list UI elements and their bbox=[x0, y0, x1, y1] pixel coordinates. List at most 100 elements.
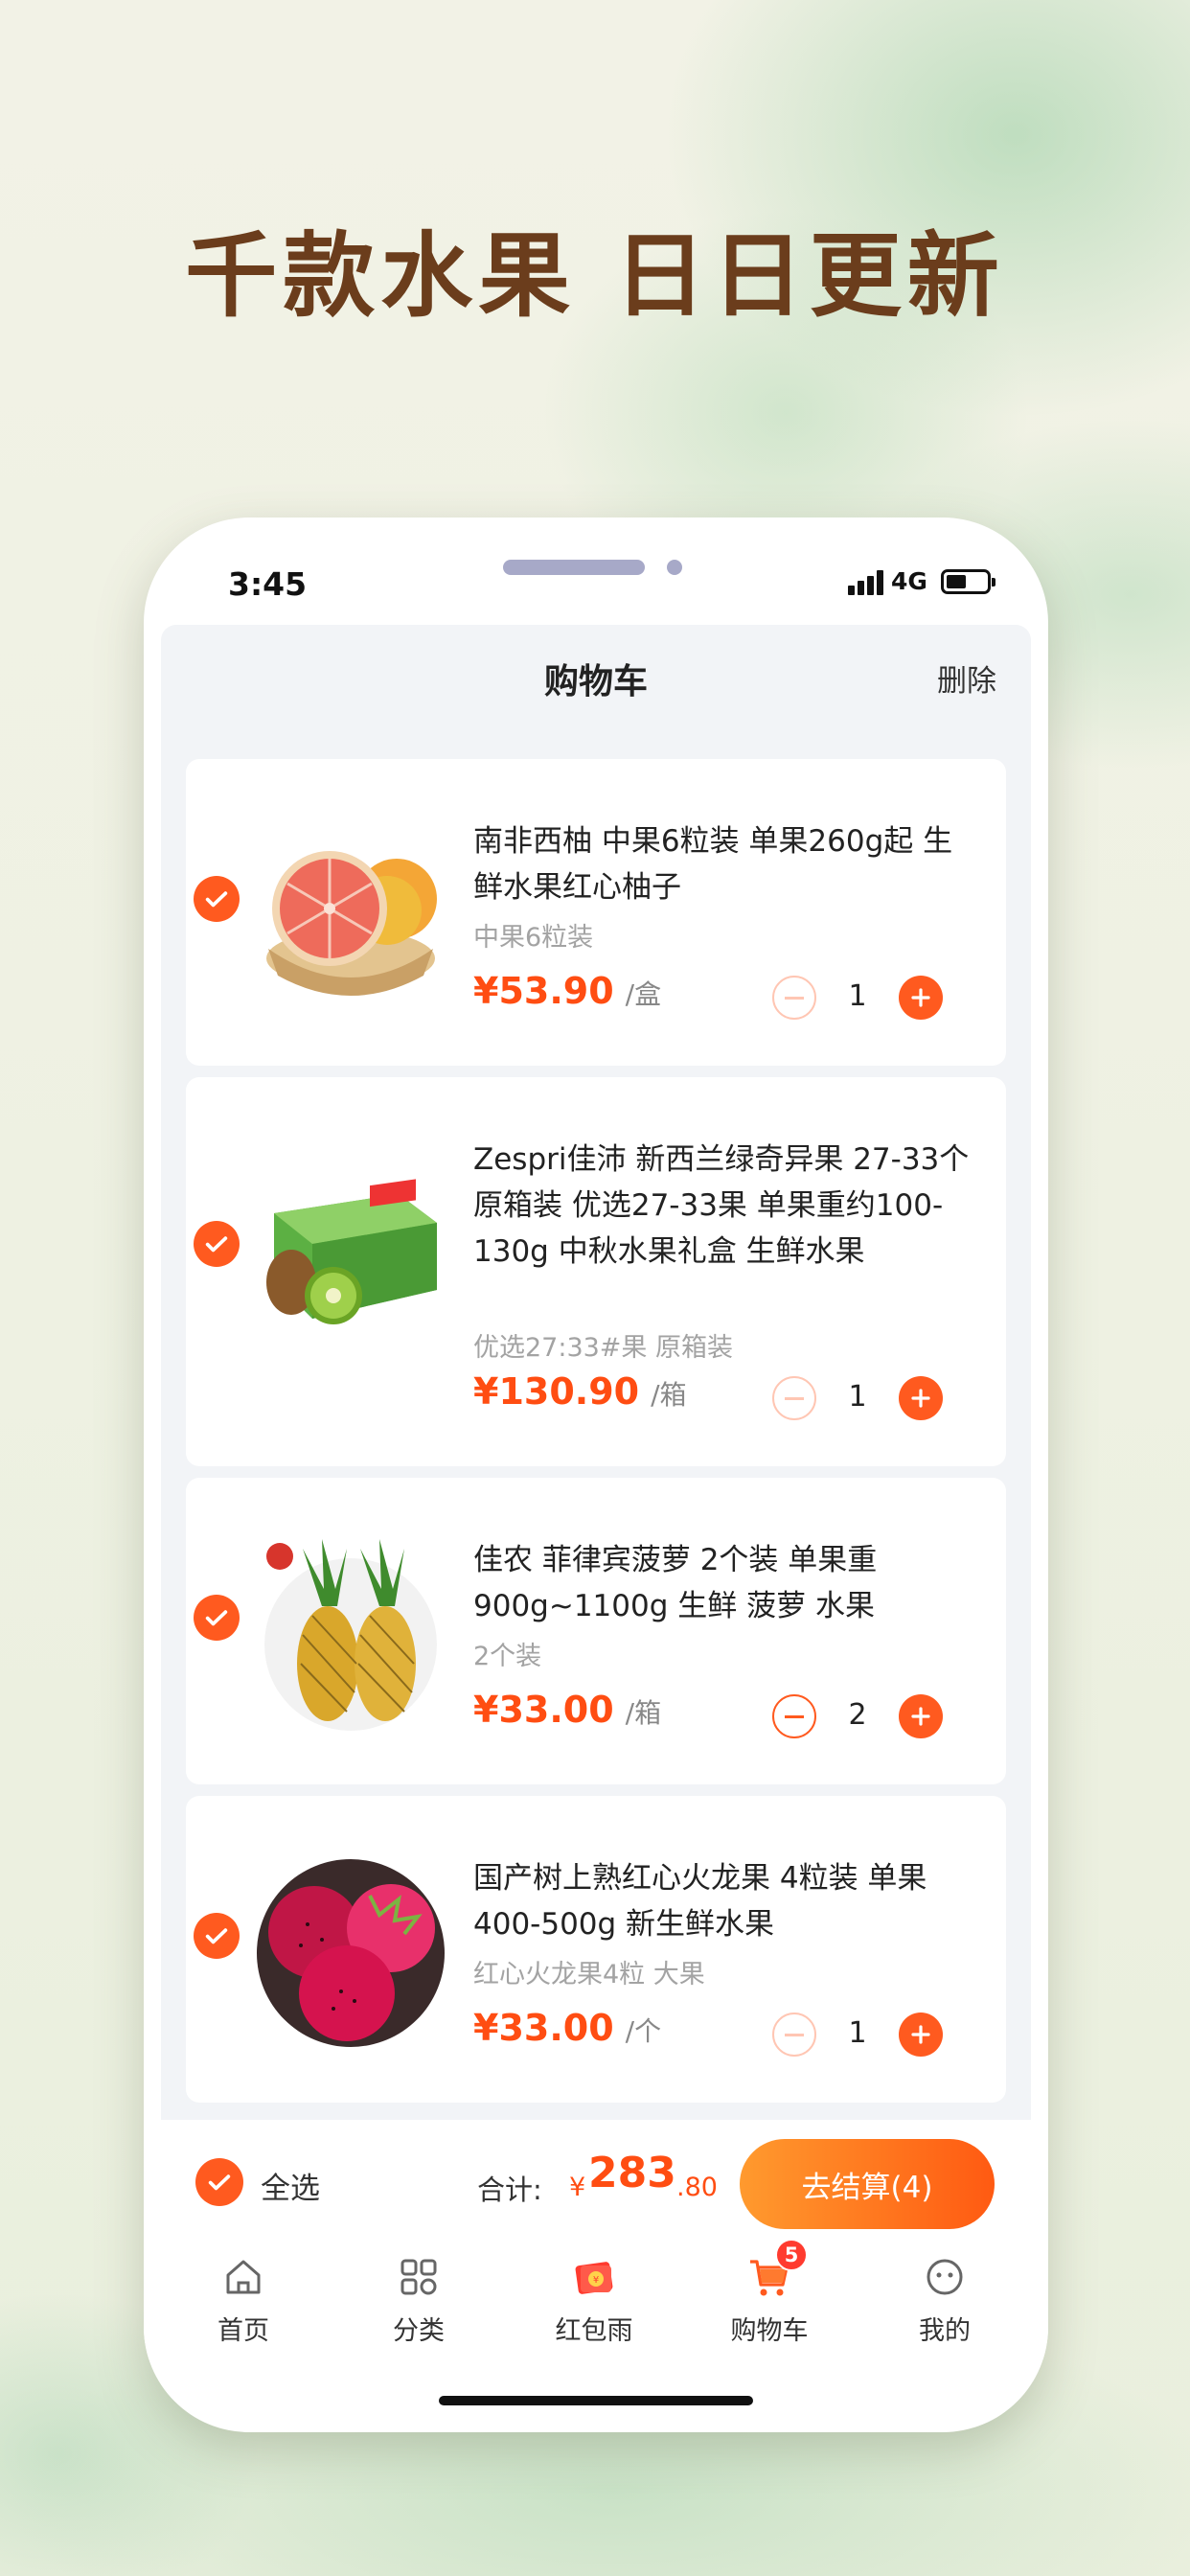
checkout-button[interactable]: 去结算(4) bbox=[740, 2139, 995, 2229]
profile-icon bbox=[922, 2254, 968, 2300]
quantity-stepper: 1 bbox=[772, 1376, 943, 1420]
item-checkbox[interactable] bbox=[194, 876, 240, 922]
battery-icon bbox=[941, 569, 995, 594]
tab-label: 首页 bbox=[217, 2316, 269, 2346]
select-all-checkbox[interactable] bbox=[195, 2158, 243, 2206]
total-amount: 283 bbox=[588, 2149, 676, 2197]
tab-label: 我的 bbox=[919, 2316, 971, 2346]
increase-button[interactable] bbox=[899, 1694, 943, 1738]
item-spec: 红心火龙果4粒 大果 bbox=[473, 1960, 705, 1990]
item-title: Zespri佳沛 新西兰绿奇异果 27-33个原箱装 优选27-33果 单果重约… bbox=[473, 1142, 970, 1269]
cart-item[interactable]: 国产树上熟红心火龙果 4粒装 单果400-500g 新生鲜水果 红心火龙果4粒 … bbox=[186, 1796, 1006, 2103]
price-value: ¥33.00 bbox=[473, 1689, 614, 1731]
pineapple-image bbox=[264, 1539, 437, 1731]
status-time: 3:45 bbox=[228, 565, 308, 603]
plus-icon bbox=[911, 2025, 930, 2044]
cart-screen: 购物车 删除 南非西柚 中果6粒装 单果260g起 生鲜水果红心柚子 中果6粒装… bbox=[161, 625, 1031, 2120]
minus-icon bbox=[785, 1396, 804, 1400]
status-bar: 3:45 4G bbox=[144, 518, 1048, 625]
quantity-stepper: 1 bbox=[772, 2012, 943, 2057]
price-value: ¥130.90 bbox=[473, 1370, 640, 1413]
home-indicator bbox=[439, 2396, 753, 2405]
tab-red-envelope[interactable]: ¥ 红包雨 bbox=[537, 2254, 652, 2347]
minus-icon bbox=[785, 996, 804, 1000]
item-price: ¥33.00/个 bbox=[473, 2007, 661, 2049]
price-unit: /个 bbox=[625, 2015, 662, 2047]
total-currency: ¥ bbox=[569, 2173, 586, 2202]
quantity-value[interactable]: 1 bbox=[828, 979, 887, 1013]
decrease-button[interactable] bbox=[772, 2012, 816, 2057]
plus-icon bbox=[911, 1389, 930, 1408]
select-all-label[interactable]: 全选 bbox=[261, 2164, 320, 2207]
item-price: ¥33.00/箱 bbox=[473, 1689, 661, 1731]
svg-text:¥: ¥ bbox=[593, 2275, 599, 2286]
price-unit: /箱 bbox=[625, 1697, 662, 1729]
checkmark-icon bbox=[208, 2174, 231, 2191]
increase-button[interactable] bbox=[899, 2012, 943, 2057]
tab-label: 分类 bbox=[393, 2316, 445, 2346]
price-value: ¥33.00 bbox=[473, 2007, 614, 2049]
item-checkbox[interactable] bbox=[194, 1595, 240, 1641]
category-icon bbox=[396, 2254, 442, 2300]
delete-button[interactable]: 删除 bbox=[937, 656, 996, 700]
item-title: 南非西柚 中果6粒装 单果260g起 生鲜水果红心柚子 bbox=[473, 824, 953, 905]
kiwi-box-image bbox=[266, 1179, 437, 1324]
tab-home[interactable]: 首页 bbox=[186, 2254, 301, 2347]
grapefruit-image bbox=[266, 851, 437, 996]
tab-cart[interactable]: 5 购物车 bbox=[712, 2239, 827, 2347]
item-price: ¥53.90/盒 bbox=[473, 970, 661, 1012]
notch-dot bbox=[667, 560, 682, 575]
decrease-button[interactable] bbox=[772, 976, 816, 1020]
item-spec: 2个装 bbox=[473, 1642, 542, 1671]
decrease-button[interactable] bbox=[772, 1376, 816, 1420]
quantity-stepper: 1 bbox=[772, 976, 943, 1020]
plus-icon bbox=[911, 1707, 930, 1726]
increase-button[interactable] bbox=[899, 976, 943, 1020]
increase-button[interactable] bbox=[899, 1376, 943, 1420]
tab-label: 红包雨 bbox=[555, 2316, 633, 2346]
notch-pill bbox=[503, 560, 645, 575]
page-title: 购物车 bbox=[543, 662, 648, 702]
item-title: 国产树上熟红心火龙果 4粒装 单果400-500g 新生鲜水果 bbox=[473, 1861, 927, 1942]
checkmark-icon bbox=[205, 1610, 228, 1626]
total-decimal: .80 bbox=[676, 2173, 718, 2202]
cart-item[interactable]: 佳农 菲律宾菠萝 2个装 单果重900g~1100g 生鲜 菠萝 水果 2个装 … bbox=[186, 1478, 1006, 1784]
quantity-stepper: 2 bbox=[772, 1694, 943, 1738]
tab-category[interactable]: 分类 bbox=[361, 2254, 476, 2347]
item-checkbox[interactable] bbox=[194, 1221, 240, 1267]
checkmark-icon bbox=[205, 1236, 228, 1253]
nav-bar: 购物车 删除 bbox=[161, 625, 1031, 730]
checkmark-icon bbox=[205, 891, 228, 908]
phone-frame: 3:45 4G 购物车 删除 南非西柚 中果6粒装 单果260g起 生鲜水果红心… bbox=[144, 518, 1048, 2432]
tab-profile[interactable]: 我的 bbox=[887, 2254, 1002, 2347]
item-title: 佳农 菲律宾菠萝 2个装 单果重900g~1100g 生鲜 菠萝 水果 bbox=[473, 1543, 878, 1623]
cart-icon: 5 bbox=[746, 2239, 808, 2300]
minus-icon bbox=[785, 1714, 804, 1718]
checkout-bar: 全选 合计: ¥ 283 .80 去结算(4) bbox=[144, 2120, 1048, 2244]
dragon-fruit-image bbox=[257, 1859, 445, 2047]
checkmark-icon bbox=[205, 1928, 228, 1944]
item-checkbox[interactable] bbox=[194, 1913, 240, 1959]
home-icon bbox=[220, 2254, 266, 2300]
tab-bar: 首页 分类 ¥ 红包雨 5 购物车 我的 bbox=[144, 2239, 1048, 2359]
cart-item[interactable]: 南非西柚 中果6粒装 单果260g起 生鲜水果红心柚子 中果6粒装 ¥53.90… bbox=[186, 759, 1006, 1066]
item-price: ¥130.90/箱 bbox=[473, 1370, 687, 1413]
signal-icon bbox=[848, 570, 884, 595]
price-unit: /箱 bbox=[651, 1379, 687, 1411]
quantity-value[interactable]: 1 bbox=[828, 1380, 887, 1414]
quantity-value[interactable]: 1 bbox=[828, 2016, 887, 2050]
quantity-value[interactable]: 2 bbox=[828, 1698, 887, 1732]
tab-label: 购物车 bbox=[730, 2316, 809, 2346]
total-label: 合计: bbox=[477, 2174, 542, 2206]
item-spec: 中果6粒装 bbox=[473, 923, 594, 953]
cart-item[interactable]: Zespri佳沛 新西兰绿奇异果 27-33个原箱装 优选27-33果 单果重约… bbox=[186, 1077, 1006, 1466]
plus-icon bbox=[911, 988, 930, 1007]
red-envelope-icon: ¥ bbox=[571, 2254, 617, 2300]
item-spec: 优选27:33#果 原箱装 bbox=[473, 1333, 734, 1363]
network-label: 4G bbox=[891, 567, 927, 595]
decrease-button[interactable] bbox=[772, 1694, 816, 1738]
cart-badge: 5 bbox=[775, 2239, 808, 2271]
minus-icon bbox=[785, 2033, 804, 2036]
price-value: ¥53.90 bbox=[473, 970, 614, 1012]
promo-headline: 千款水果 日日更新 bbox=[185, 222, 1005, 330]
